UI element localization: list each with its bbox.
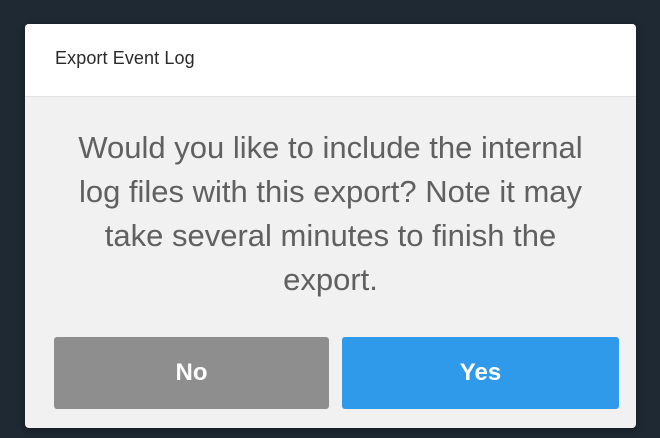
dialog-message: Would you like to include the internal l… [78, 130, 583, 297]
no-button[interactable]: No [54, 337, 329, 409]
export-event-log-dialog: Export Event Log Would you like to inclu… [25, 24, 636, 428]
dialog-actions: No Yes [54, 337, 619, 409]
yes-button[interactable]: Yes [342, 337, 619, 409]
dialog-title: Export Event Log [55, 48, 195, 68]
dialog-header: Export Event Log [25, 24, 636, 97]
